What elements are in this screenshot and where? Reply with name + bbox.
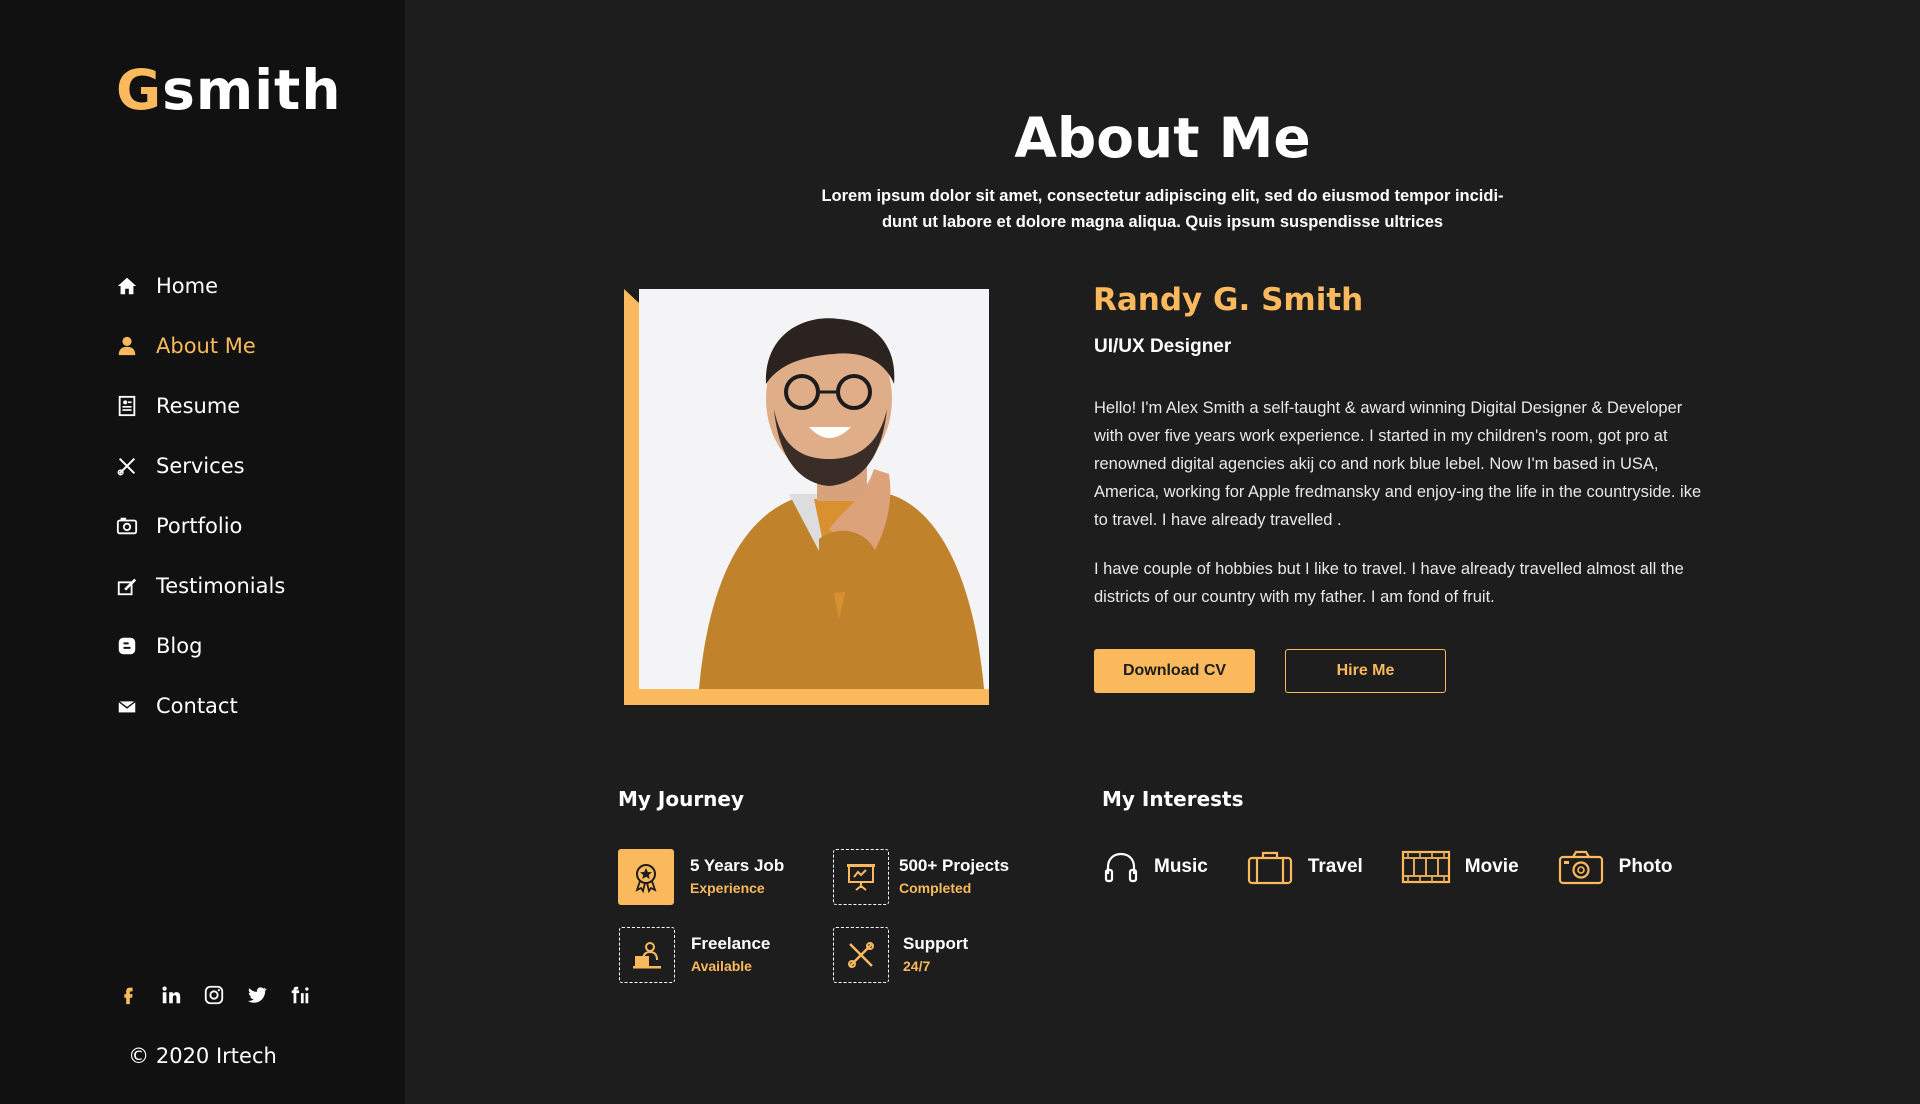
presentation-icon [833, 849, 889, 905]
journey-title: Freelance [691, 934, 771, 953]
nav-item-contact[interactable]: Contact [114, 676, 374, 736]
tools-icon [114, 453, 140, 479]
hire-me-button[interactable]: Hire Me [1285, 649, 1446, 693]
main-content: About Me Lorem ipsum dolor sit amet, con… [405, 0, 1920, 1104]
logo-rest: smith [162, 58, 342, 122]
nav-label: Home [156, 274, 219, 298]
interests-list: Music Travel Movie Photo [1102, 848, 1710, 886]
film-icon [1401, 850, 1450, 884]
testimonial-icon [114, 573, 140, 599]
facebook-icon[interactable] [106, 980, 149, 1010]
main-nav: Home About Me Resume Services Portfolio [114, 256, 374, 736]
interest-photo[interactable]: Photo [1557, 848, 1673, 886]
suitcase-icon [1247, 851, 1292, 885]
logo-first-letter: G [116, 58, 163, 122]
fiverr-icon[interactable] [278, 980, 321, 1010]
nav-item-home[interactable]: Home [114, 256, 374, 316]
nav-label: Services [156, 454, 245, 478]
resume-icon [114, 393, 140, 419]
journey-text: 5 Years Job Experience [690, 855, 784, 899]
interest-travel[interactable]: Travel [1246, 848, 1363, 886]
journey-text: 500+ Projects Completed [899, 855, 1009, 899]
home-icon [114, 273, 140, 299]
journey-subtitle: Completed [899, 880, 972, 896]
profile-name: Randy G. Smith [1093, 282, 1364, 318]
nav-label: Blog [156, 634, 203, 658]
freelancer-icon [619, 927, 675, 983]
journey-title: 5 Years Job [690, 856, 785, 875]
journey-subtitle: Available [691, 958, 752, 974]
portfolio-icon [114, 513, 140, 539]
journey-item-freelance: Freelance Available [619, 927, 770, 983]
twitter-icon[interactable] [235, 980, 278, 1010]
nav-item-services[interactable]: Services [114, 436, 374, 496]
nav-item-about[interactable]: About Me [114, 316, 374, 376]
journey-item-experience: 5 Years Job Experience [618, 849, 784, 905]
interests-heading: My Interests [1102, 787, 1244, 811]
camera-icon [1558, 850, 1603, 885]
nav-item-portfolio[interactable]: Portfolio [114, 496, 374, 556]
interest-label: Music [1154, 856, 1208, 877]
linkedin-icon[interactable] [149, 980, 192, 1010]
nav-item-testimonials[interactable]: Testimonials [114, 556, 374, 616]
interest-music[interactable]: Music [1102, 848, 1208, 886]
journey-subtitle: 24/7 [903, 958, 931, 974]
intro-line-2: dunt ut labore et dolore magna aliqua. Q… [881, 213, 1444, 231]
nav-item-blog[interactable]: Blog [114, 616, 374, 676]
profile-role: UI/UX Designer [1094, 336, 1232, 357]
profile-bio: Hello! I'm Alex Smith a self-taught & aw… [1094, 394, 1714, 632]
headphones-icon [1104, 852, 1138, 883]
copyright-text: © 2020 Irtech [128, 1044, 277, 1068]
nav-label: About Me [156, 334, 256, 358]
blog-icon [114, 633, 140, 659]
support-tools-icon [833, 927, 889, 983]
journey-item-projects: 500+ Projects Completed [833, 849, 1009, 905]
page-intro: Lorem ipsum dolor sit amet, consectetur … [785, 183, 1540, 235]
interest-label: Photo [1618, 856, 1673, 877]
nav-label: Contact [156, 694, 238, 718]
journey-title: 500+ Projects [899, 856, 1010, 875]
nav-label: Testimonials [156, 574, 286, 598]
interest-label: Movie [1464, 856, 1519, 877]
page-title: About Me [1014, 106, 1311, 170]
award-icon [618, 849, 674, 905]
journey-text: Support 24/7 [903, 933, 968, 977]
instagram-icon[interactable] [192, 980, 235, 1010]
journey-subtitle: Experience [690, 880, 765, 896]
journey-heading: My Journey [618, 787, 745, 811]
interest-label: Travel [1307, 856, 1363, 877]
journey-item-support: Support 24/7 [833, 927, 968, 983]
interest-movie[interactable]: Movie [1401, 848, 1519, 886]
download-cv-button[interactable]: Download CV [1094, 649, 1255, 693]
intro-line-1: Lorem ipsum dolor sit amet, consectetur … [821, 187, 1504, 205]
journey-text: Freelance Available [691, 933, 770, 977]
brand-logo[interactable]: Gsmith [116, 58, 342, 122]
social-links [106, 980, 321, 1010]
nav-label: Resume [156, 394, 241, 418]
nav-label: Portfolio [156, 514, 243, 538]
profile-photo [639, 289, 989, 689]
bio-paragraph-2: I have couple of hobbies but I like to t… [1094, 560, 1684, 606]
user-icon [114, 333, 140, 359]
sidebar: Gsmith Home About Me Resume Services Por… [0, 0, 405, 1104]
journey-title: Support [903, 934, 969, 953]
nav-item-resume[interactable]: Resume [114, 376, 374, 436]
bio-paragraph-1: Hello! I'm Alex Smith a self-taught & aw… [1094, 399, 1702, 529]
envelope-icon [114, 693, 140, 719]
